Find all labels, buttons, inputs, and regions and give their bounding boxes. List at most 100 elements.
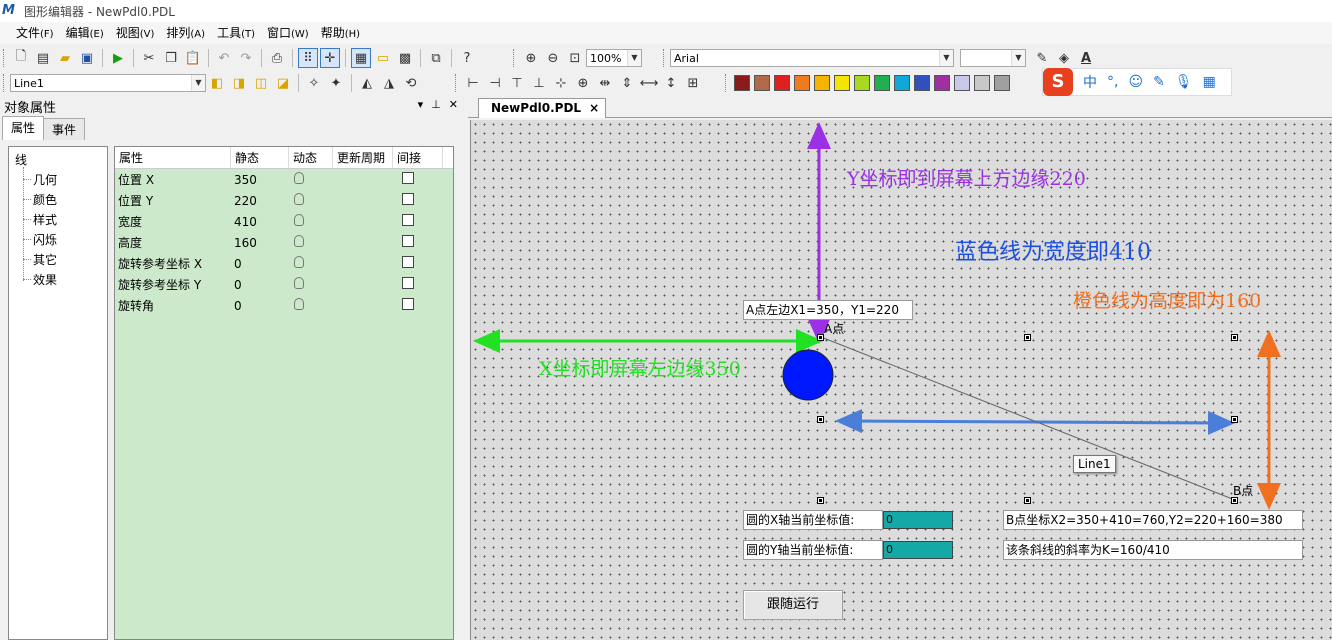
selection-handle[interactable] [817,416,824,423]
color-swatch[interactable] [734,75,750,91]
table-row[interactable]: 宽度 410 [115,211,453,232]
align-right-icon[interactable]: ⊣ [485,73,505,93]
line-color-icon[interactable]: ✎ [1032,48,1052,68]
zoom-in-icon[interactable]: ⊕ [521,48,541,68]
new-template-icon[interactable]: ▤ [33,48,53,68]
color-swatch[interactable] [794,75,810,91]
color-swatch[interactable] [874,75,890,91]
property-value[interactable]: 0 [231,299,289,313]
menu-item-6[interactable]: 帮助(H) [315,22,366,44]
tab-properties[interactable]: 属性 [2,116,45,140]
pin-icon[interactable]: ⊥ [431,98,441,111]
group-icon[interactable]: ◫ [251,73,271,93]
color-swatch[interactable] [994,75,1010,91]
lightbulb-icon[interactable] [294,298,304,310]
dynamic-cell[interactable] [289,298,333,313]
blue-circle[interactable] [782,349,834,401]
tab-newpdl0[interactable]: NewPdl0.PDL × [478,98,607,118]
flip-horizontal-icon[interactable]: ◭ [357,73,377,93]
color-swatch[interactable] [894,75,910,91]
redo-icon[interactable]: ↷ [236,48,256,68]
toolbar-grip[interactable] [3,49,7,67]
color-swatch[interactable] [974,75,990,91]
palette-icon[interactable]: ▩ [395,48,415,68]
print-icon[interactable]: ⎙ [267,48,287,68]
tree-item[interactable]: 闪烁 [33,231,57,248]
dynamic-cell[interactable] [289,235,333,250]
selection-handle[interactable] [1231,416,1238,423]
indirect-cell[interactable] [393,172,443,187]
align-bottom-icon[interactable]: ⊥ [529,73,549,93]
point-b-coordinates[interactable]: B点坐标X2=350+410=760,Y2=220+160=380 [1003,510,1303,530]
selection-handle[interactable] [1024,334,1031,341]
table-row[interactable]: 位置 X 350 [115,169,453,190]
tree-item[interactable]: 颜色 [33,191,57,208]
same-width-icon[interactable]: ⟷ [639,73,659,93]
menu-item-3[interactable]: 排列(A) [160,22,211,44]
indirect-checkbox[interactable] [402,172,414,184]
table-row[interactable]: 旋转参考坐标 X 0 [115,253,453,274]
same-size-icon[interactable]: ⊞ [683,73,703,93]
point-a-coordinates[interactable]: A点左边X1=350，Y1=220 [743,300,913,320]
selection-handle[interactable] [817,334,824,341]
ungroup-icon[interactable]: ◪ [273,73,293,93]
toolbar-grip[interactable] [725,74,729,92]
dynamic-cell[interactable] [289,172,333,187]
cut-icon[interactable]: ✂ [139,48,159,68]
open-folder-icon[interactable]: ▰ [55,48,75,68]
tree-root-line[interactable]: 线 [15,151,27,168]
indirect-cell[interactable] [393,214,443,229]
color-swatch[interactable] [954,75,970,91]
property-value[interactable]: 160 [231,236,289,250]
color-swatch[interactable] [914,75,930,91]
property-value[interactable]: 410 [231,215,289,229]
help-icon[interactable]: ? [457,48,477,68]
lightbulb-icon[interactable] [294,235,304,247]
panel-dropdown-icon[interactable]: ▾ [418,98,424,111]
layers-icon[interactable]: ⧉ [426,48,446,68]
font-color-icon[interactable]: A [1076,48,1096,68]
table-row[interactable]: 旋转角 0 [115,295,453,316]
lightbulb-icon[interactable] [294,193,304,205]
undo-icon[interactable]: ↶ [214,48,234,68]
menu-item-0[interactable]: 文件(F) [10,22,60,44]
drawing-canvas[interactable]: Y坐标即到屏幕上方边缘220 蓝色线为宽度即410 橙色线为高度即为160 X坐… [470,120,1332,640]
color-swatch[interactable] [754,75,770,91]
tab-events[interactable]: 事件 [43,118,86,140]
lightbulb-icon[interactable] [294,214,304,226]
magic-wand-alt-icon[interactable]: ✦ [326,73,346,93]
chevron-down-icon[interactable]: ▼ [191,75,205,91]
color-swatch[interactable] [934,75,950,91]
selection-handle[interactable] [817,497,824,504]
circle-x-value[interactable]: 0 [883,511,953,529]
indirect-checkbox[interactable] [402,193,414,205]
copy-icon[interactable]: ❐ [161,48,181,68]
close-icon[interactable]: ✕ [449,98,458,111]
indirect-checkbox[interactable] [402,256,414,268]
toolbar-grip[interactable] [513,49,517,67]
close-icon[interactable]: × [589,101,599,115]
toolbar-grip[interactable] [663,49,667,67]
punctuation-icon[interactable]: °, [1107,74,1118,90]
paste-icon[interactable]: 📋 [183,48,203,68]
grid-menu-icon[interactable]: ▦ [1203,74,1216,90]
toolbar-grip[interactable] [455,74,459,92]
rotate-icon[interactable]: ⟲ [401,73,421,93]
flip-vertical-icon[interactable]: ◮ [379,73,399,93]
bring-front-icon[interactable]: ◧ [207,73,227,93]
font-name-select[interactable]: Arial ▼ [670,49,954,67]
indirect-cell[interactable] [393,298,443,313]
menu-item-1[interactable]: 编辑(E) [60,22,110,44]
font-size-select[interactable]: ▼ [960,49,1026,67]
tree-item[interactable]: 样式 [33,211,57,228]
properties-icon[interactable]: ▦ [351,48,371,68]
snap-icon[interactable]: ✛ [320,48,340,68]
align-left-icon[interactable]: ⊢ [463,73,483,93]
center-vertical-icon[interactable]: ⊕ [573,73,593,93]
distribute-horizontal-icon[interactable]: ⇹ [595,73,615,93]
indirect-checkbox[interactable] [402,277,414,289]
dynamic-cell[interactable] [289,256,333,271]
indirect-cell[interactable] [393,235,443,250]
microphone-icon[interactable]: 🎙 [1175,74,1193,90]
slope-text[interactable]: 该条斜线的斜率为K=160/410 [1003,540,1303,560]
